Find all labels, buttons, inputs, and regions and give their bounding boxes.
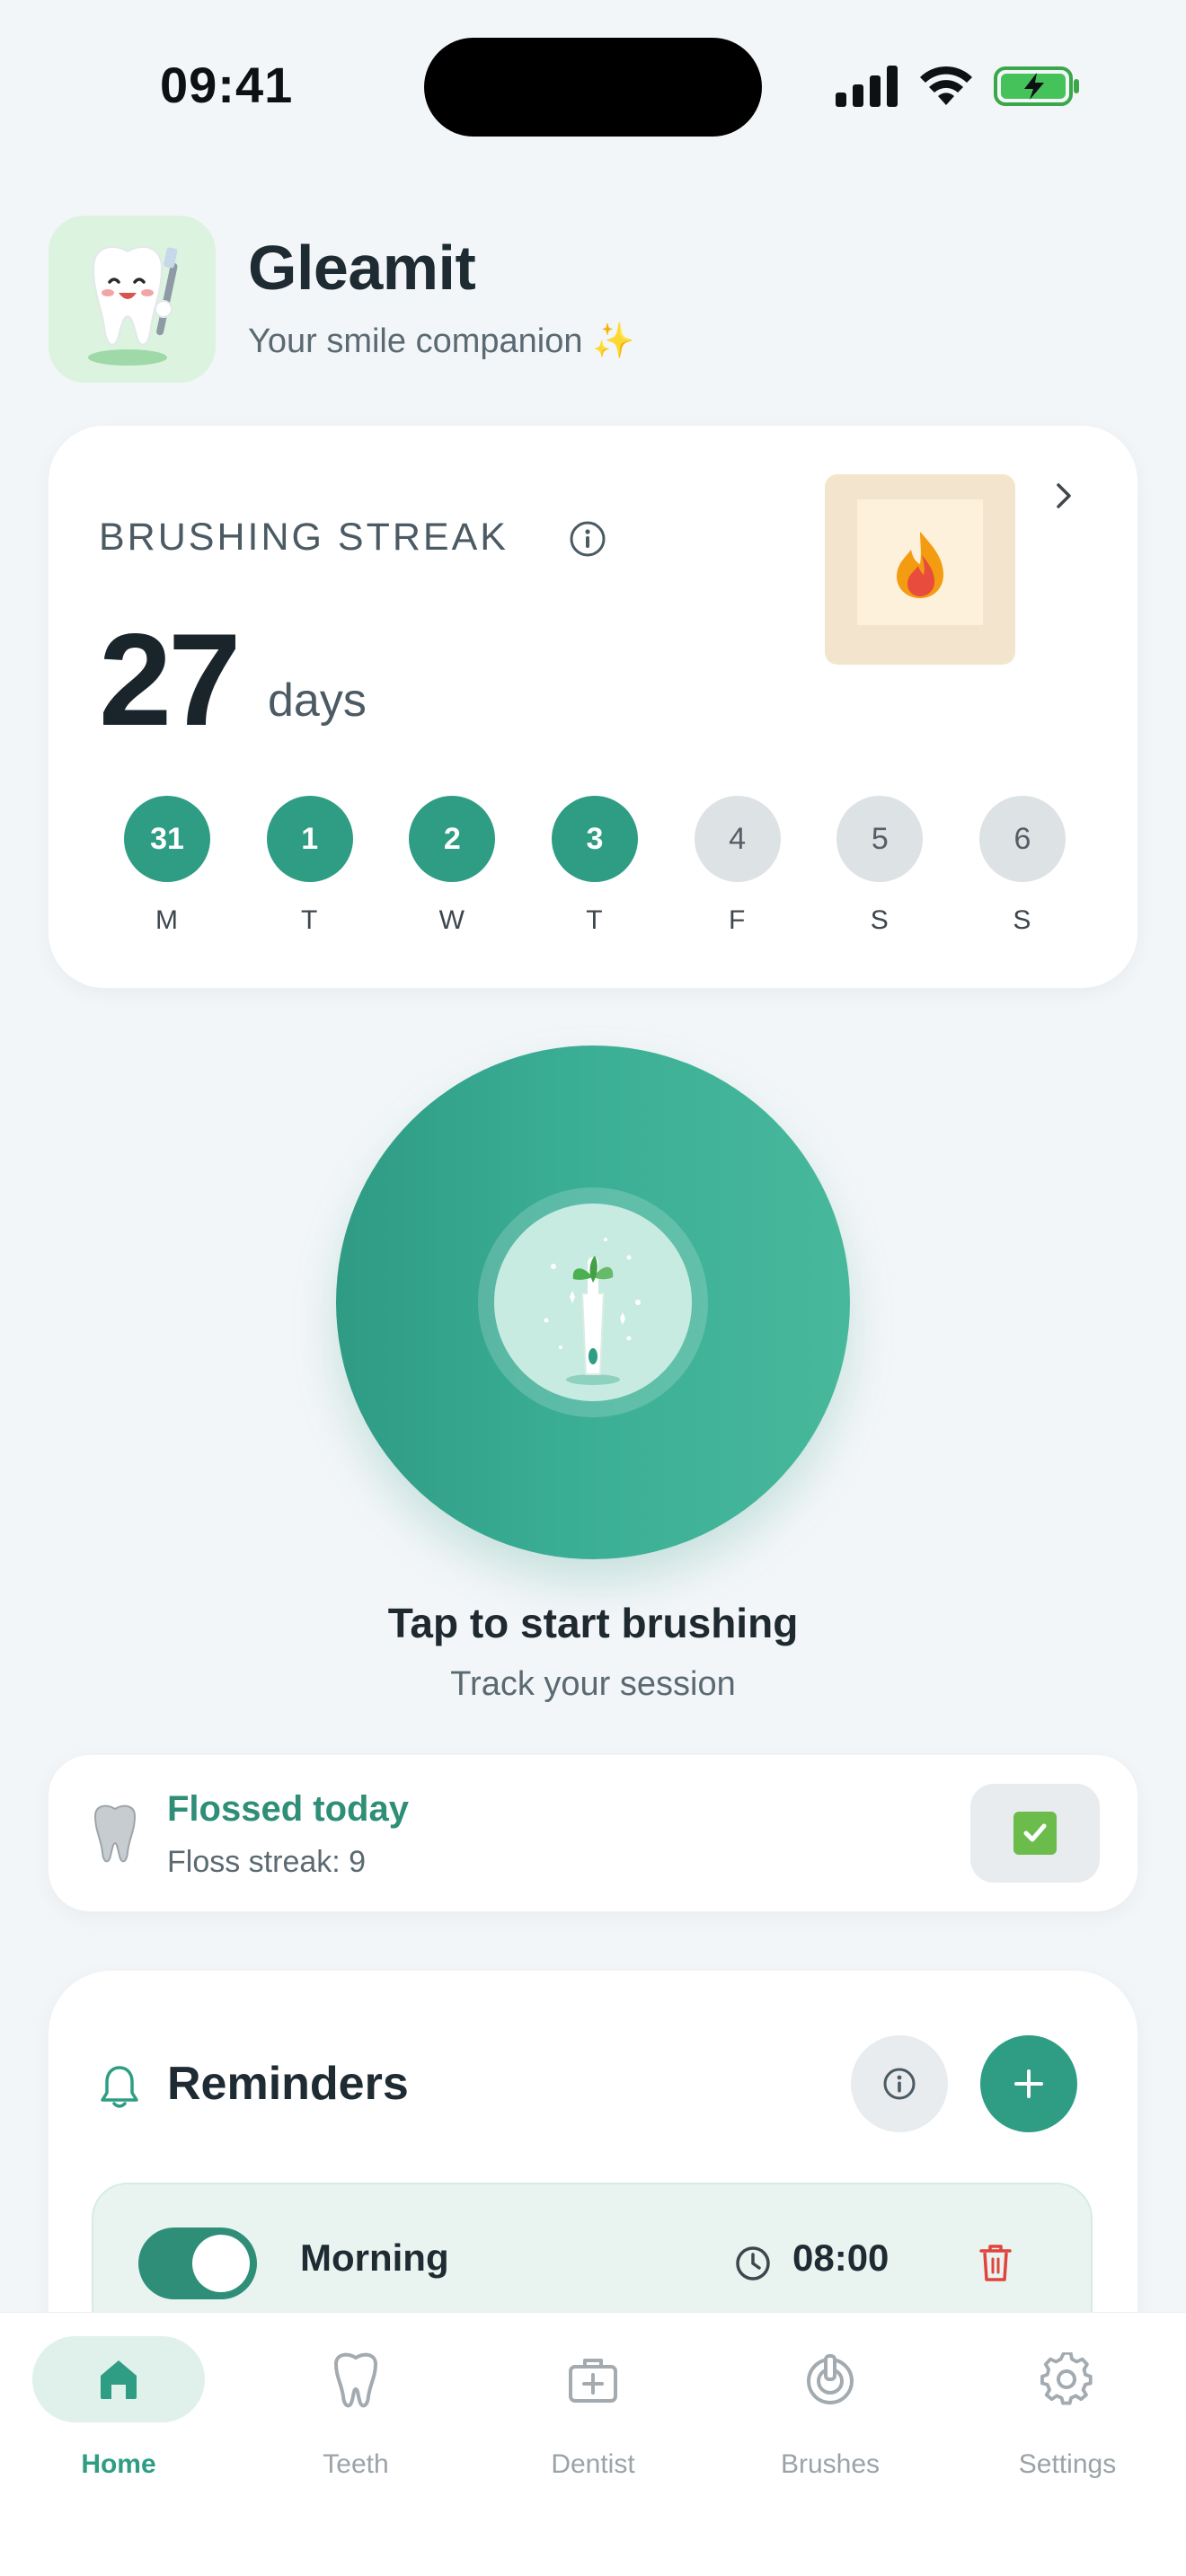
flame-icon	[897, 532, 943, 598]
brushing-streak-card[interactable]: BRUSHING STREAK 27 days 31 M 1 T 2 W 3 T…	[49, 426, 1137, 988]
day-letter: W	[438, 905, 465, 935]
flame-badge-inner	[857, 499, 983, 625]
app-subtitle: Your smile companion ✨	[248, 322, 634, 361]
tab-label: Home	[81, 2449, 156, 2479]
tooth-icon	[93, 1804, 137, 1863]
checkmark-icon	[1013, 1812, 1057, 1855]
toggle-knob	[192, 2235, 250, 2292]
day-letter: F	[728, 905, 747, 935]
tab-brushes[interactable]: Brushes	[722, 2327, 938, 2507]
tab-home[interactable]: Home	[11, 2327, 226, 2507]
tab-label: Teeth	[323, 2449, 389, 2479]
day-circle: 3	[551, 796, 638, 882]
floss-card: Flossed today Floss streak: 9	[49, 1755, 1137, 1911]
day-item: 4 F	[694, 796, 781, 936]
streak-label: BRUSHING STREAK	[99, 516, 509, 559]
day-item: 1 T	[266, 796, 353, 936]
bell-icon	[101, 2066, 138, 2108]
day-item: 6 S	[978, 796, 1066, 936]
brush-head-icon	[807, 2354, 854, 2404]
day-circle: 5	[836, 796, 924, 882]
toothbrush-icon	[544, 1238, 641, 1385]
floss-streak: Floss streak: 9	[167, 1845, 367, 1879]
week-days-row: 31 M 1 T 2 W 3 T 4 F 5 S 6 S	[124, 796, 1066, 936]
plus-icon	[1014, 2069, 1043, 2098]
gear-icon	[1040, 2352, 1093, 2405]
tooth-icon	[334, 2352, 377, 2408]
floss-title: Flossed today	[167, 1789, 409, 1829]
status-bar: 09:41	[0, 0, 1186, 144]
day-letter: M	[155, 905, 179, 935]
brush-cta-title: Tap to start brushing	[387, 1600, 799, 1646]
sparkles-icon: ✨	[592, 322, 635, 360]
tab-home-icon-wrap	[32, 2336, 205, 2422]
day-letter: T	[586, 905, 604, 935]
wifi-icon	[920, 66, 972, 105]
brush-button-core	[494, 1204, 692, 1401]
day-circle: 2	[409, 796, 496, 882]
battery-icon	[994, 66, 1079, 106]
day-item: 5 S	[836, 796, 924, 936]
streak-info-icon[interactable]	[568, 519, 607, 559]
clock-icon	[736, 2246, 770, 2280]
info-icon	[883, 2068, 916, 2100]
start-brushing-button[interactable]	[336, 1045, 850, 1559]
dynamic-island	[424, 38, 762, 137]
brush-button-halo	[478, 1187, 708, 1417]
reminders-title: Reminders	[167, 2058, 409, 2110]
day-letter: S	[1013, 905, 1032, 935]
day-item: 31 M	[124, 796, 210, 936]
streak-count: 27	[99, 606, 241, 753]
tab-label: Brushes	[780, 2449, 881, 2479]
status-time: 09:41	[160, 57, 294, 113]
tab-label: Settings	[1018, 2449, 1117, 2479]
day-circle: 4	[694, 796, 781, 882]
brush-cta-subtitle: Track your session	[450, 1665, 736, 1703]
tab-settings-icon-wrap	[981, 2336, 1154, 2422]
day-circle: 1	[266, 796, 353, 882]
app-title: Gleamit	[248, 233, 476, 303]
home-icon	[101, 2360, 137, 2399]
status-icons	[836, 61, 1080, 111]
day-item: 3 T	[551, 796, 638, 936]
flame-badge	[825, 474, 1015, 665]
add-reminder-button[interactable]	[980, 2035, 1077, 2132]
day-letter: T	[300, 905, 319, 935]
day-circle: 6	[978, 796, 1066, 882]
chevron-right-icon[interactable]	[1044, 476, 1084, 516]
bottom-tab-bar: Home Teeth Dentist Brushes Settings	[0, 2312, 1186, 2576]
floss-checkbox[interactable]	[970, 1784, 1100, 1883]
streak-unit: days	[268, 675, 367, 727]
reminder-toggle[interactable]	[138, 2228, 257, 2299]
day-item: 2 W	[409, 796, 496, 936]
trash-icon[interactable]	[978, 2242, 1013, 2283]
reminder-name: Morning	[300, 2236, 449, 2279]
signal-icon	[836, 66, 898, 107]
tab-dentist-icon-wrap	[507, 2336, 679, 2422]
home-screen: 09:41 Gleamit Your smile companion ✨ BRU…	[0, 0, 1186, 2576]
tab-brushes-icon-wrap	[744, 2336, 916, 2422]
tab-settings[interactable]: Settings	[960, 2327, 1175, 2507]
reminder-time[interactable]: 08:00	[792, 2236, 889, 2280]
subtitle-text: Your smile companion	[248, 322, 583, 360]
tab-dentist[interactable]: Dentist	[485, 2327, 701, 2507]
day-letter: S	[870, 905, 890, 935]
day-circle: 31	[124, 796, 210, 882]
tab-teeth-icon-wrap	[270, 2336, 442, 2422]
tab-teeth[interactable]: Teeth	[248, 2327, 464, 2507]
tab-label: Dentist	[551, 2449, 635, 2479]
reminders-info-button[interactable]	[851, 2035, 948, 2132]
app-logo	[49, 216, 216, 383]
tooth-mascot-icon	[88, 245, 178, 366]
medical-kit-icon	[569, 2359, 617, 2403]
